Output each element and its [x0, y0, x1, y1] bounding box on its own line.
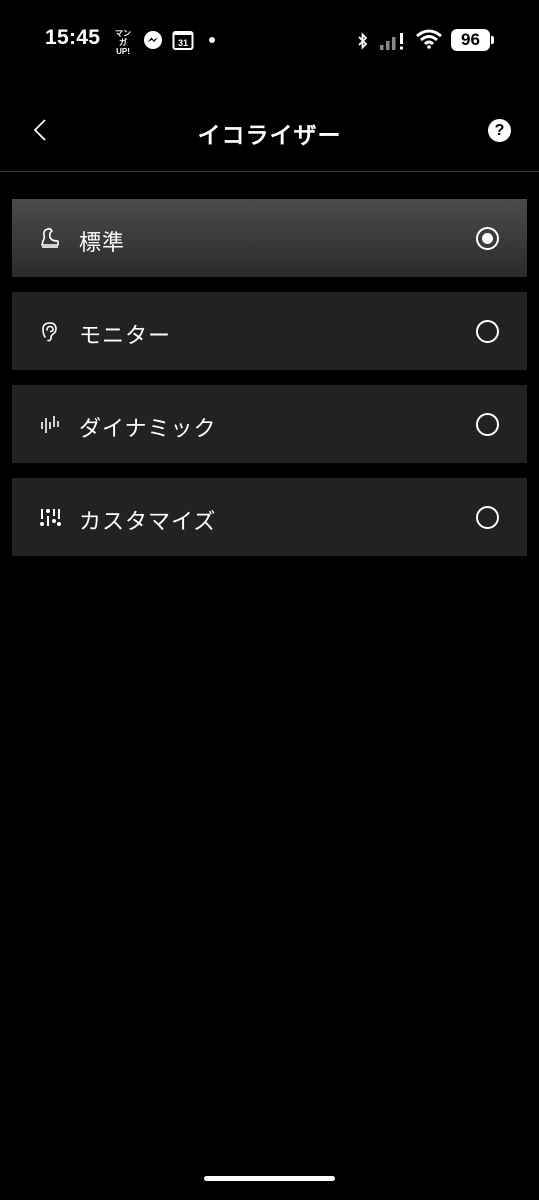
eq-preset-standard[interactable]: 標準: [12, 199, 527, 277]
calendar-day-text: 31: [178, 38, 188, 48]
messenger-icon: [143, 30, 163, 54]
ear-icon: [39, 320, 61, 342]
signal-icon: [379, 31, 409, 55]
radio-dot: [482, 233, 493, 244]
calendar-icon: 31: [172, 30, 194, 54]
radio-button[interactable]: [476, 320, 499, 343]
home-indicator[interactable]: [204, 1176, 335, 1181]
radio-button[interactable]: [476, 413, 499, 436]
radio-button-selected[interactable]: [476, 227, 499, 250]
manga-app-icon: マンガ UP!: [115, 29, 131, 56]
bluetooth-icon: [356, 32, 370, 54]
status-time: 15:45: [45, 26, 101, 49]
status-bar: 15:45 マンガ UP! 31 96: [0, 0, 539, 82]
help-button[interactable]: ?: [488, 119, 511, 142]
eq-preset-label: 標準: [79, 231, 126, 256]
eq-preset-monitor[interactable]: モニター: [12, 292, 527, 370]
eq-preset-label: ダイナミック: [79, 417, 217, 442]
eq-preset-label: モニター: [79, 324, 172, 349]
equalizer-preset-list: 標準 モニター ダイナミック カスタマイズ: [12, 199, 527, 571]
eq-preset-custom[interactable]: カスタマイズ: [12, 478, 527, 556]
eq-preset-label: カスタマイズ: [79, 510, 217, 535]
battery-tip: [491, 36, 494, 44]
waveform-icon: [39, 413, 61, 435]
notification-dot-icon: [209, 37, 215, 43]
battery-indicator: 96: [451, 29, 490, 51]
header: イコライザー ?: [0, 90, 539, 172]
gramophone-icon: [39, 227, 61, 249]
eq-preset-dynamic[interactable]: ダイナミック: [12, 385, 527, 463]
page-title: イコライザー: [197, 123, 342, 149]
sliders-icon: [39, 506, 61, 528]
wifi-icon: [416, 29, 442, 53]
radio-button[interactable]: [476, 506, 499, 529]
